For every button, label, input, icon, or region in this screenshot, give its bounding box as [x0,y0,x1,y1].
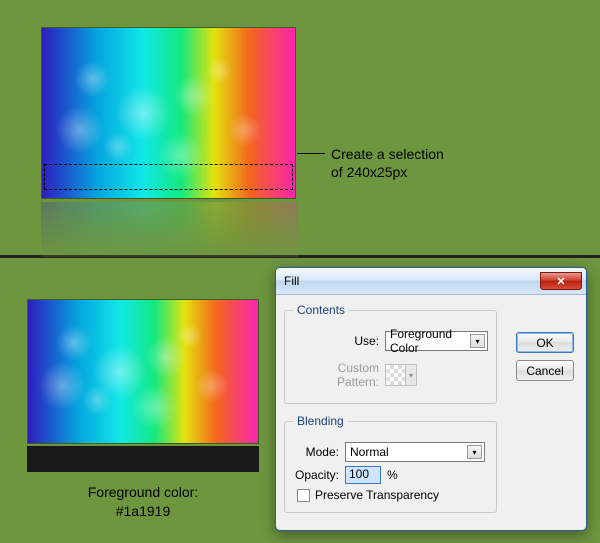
chevron-down-icon: ▾ [470,334,485,348]
opacity-label: Opacity: [293,468,345,482]
close-icon: ✕ [556,275,565,288]
annotation-text: of 240x25px [331,163,407,181]
annotation-text: Create a selection [331,145,444,163]
tutorial-panel-bottom: Foreground color: #1a1919 Fill ✕ Content… [0,258,600,543]
opacity-input[interactable]: 100 [345,466,381,484]
blending-group: Blending Mode: Normal ▾ Opacity: 100 % P… [284,414,497,513]
mode-dropdown[interactable]: Normal ▾ [345,442,485,462]
custom-pattern-label: Custom Pattern: [293,361,385,389]
dialog-title: Fill [284,274,540,288]
foreground-color-value: #1a1919 [27,502,259,521]
use-label: Use: [293,334,385,348]
contents-group: Contents Use: Foreground Color ▾ Custom … [284,303,497,404]
close-button[interactable]: ✕ [540,272,582,290]
reflection [41,202,298,257]
opacity-unit: % [387,468,398,482]
fill-dialog: Fill ✕ Contents Use: Foreground Color ▾ … [275,267,587,531]
foreground-color-caption: Foreground color: #1a1919 [27,483,259,521]
custom-pattern-swatch: ▾ [385,364,417,386]
mode-value: Normal [350,445,389,459]
pattern-preview [386,365,406,385]
dialog-titlebar[interactable]: Fill ✕ [276,268,586,295]
ok-button[interactable]: OK [516,332,574,353]
selection-marquee [44,164,293,190]
chevron-down-icon: ▾ [467,445,482,459]
chevron-down-icon: ▾ [406,365,416,385]
dialog-body: Contents Use: Foreground Color ▾ Custom … [276,295,586,531]
bokeh-image-bottom [27,299,259,444]
annotation-leader-line [297,153,325,154]
foreground-color-label: Foreground color: [27,483,259,502]
dialog-action-buttons: OK Cancel [516,332,574,388]
blending-legend: Blending [293,414,348,428]
use-dropdown[interactable]: Foreground Color ▾ [385,331,488,351]
fill-result-bar [27,446,259,472]
mode-label: Mode: [293,445,345,459]
bokeh-gradient [28,300,258,443]
cancel-button[interactable]: Cancel [516,360,574,381]
contents-legend: Contents [293,303,349,317]
tutorial-panel-top: Create a selection of 240x25px [0,0,600,258]
preserve-transparency-label: Preserve Transparency [315,488,439,502]
preserve-transparency-checkbox[interactable] [297,489,310,502]
